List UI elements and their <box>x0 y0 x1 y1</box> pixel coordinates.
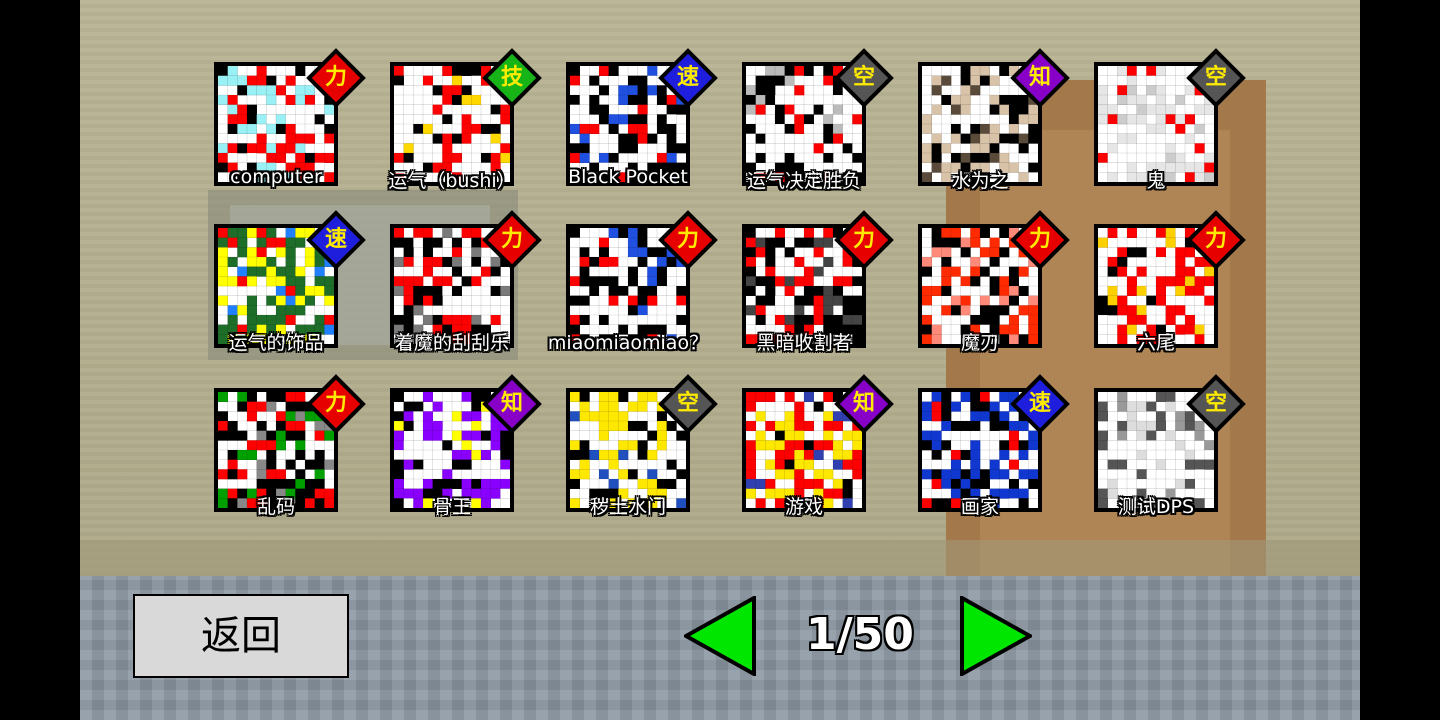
character-name: 鬼 <box>1146 170 1166 192</box>
attribute-badge-label: 力 <box>676 227 699 252</box>
character-name: miaomiaomiao？ <box>547 332 709 354</box>
attribute-badge-icon: 力 <box>482 210 542 270</box>
attribute-badge-icon: 空 <box>1186 374 1246 434</box>
background-baseboard <box>80 540 1360 576</box>
attribute-badge-icon: 空 <box>1186 48 1246 108</box>
character-name: 运气决定胜负 <box>746 170 861 192</box>
attribute-badge-label: 速 <box>1028 391 1051 416</box>
attribute-badge-label: 知 <box>1028 65 1051 90</box>
character-name: 秽土水门 <box>589 496 666 518</box>
character-name: 着魔的刮刮乐 <box>394 332 509 354</box>
attribute-badge-label: 空 <box>1204 391 1227 416</box>
character-name: 骨王 <box>432 496 471 518</box>
attribute-badge-icon: 力 <box>306 374 366 434</box>
attribute-badge-icon: 知 <box>1010 48 1070 108</box>
character-name: 游戏 <box>784 496 823 518</box>
character-name: computer <box>230 166 322 188</box>
character-name: 乱码 <box>256 496 295 518</box>
attribute-badge-icon: 技 <box>482 48 542 108</box>
attribute-badge-label: 力 <box>324 391 347 416</box>
attribute-badge-label: 空 <box>676 391 699 416</box>
attribute-badge-label: 空 <box>1204 65 1227 90</box>
attribute-badge-icon: 空 <box>834 48 894 108</box>
left-arrow-icon[interactable] <box>684 596 756 676</box>
attribute-badge-label: 知 <box>852 391 875 416</box>
character-name: 黑暗收割者 <box>756 332 852 354</box>
right-arrow-icon[interactable] <box>960 596 1032 676</box>
character-card[interactable]: 空鬼 <box>1094 48 1270 202</box>
attribute-badge-icon: 力 <box>1010 210 1070 270</box>
character-name: 运气（bushi） <box>388 170 516 192</box>
character-name: 画家 <box>960 496 999 518</box>
character-name: 六尾 <box>1136 332 1175 354</box>
attribute-badge-label: 速 <box>676 65 699 90</box>
attribute-badge-label: 力 <box>324 65 347 90</box>
page-indicator: 1/50 <box>806 609 914 660</box>
character-name: Black Pocket <box>568 166 688 188</box>
attribute-badge-icon: 空 <box>658 374 718 434</box>
attribute-badge-icon: 速 <box>1010 374 1070 434</box>
attribute-badge-label: 知 <box>500 391 523 416</box>
attribute-badge-icon: 速 <box>306 210 366 270</box>
attribute-badge-icon: 力 <box>658 210 718 270</box>
attribute-badge-icon: 力 <box>834 210 894 270</box>
attribute-badge-icon: 速 <box>658 48 718 108</box>
character-card[interactable]: 空测试DPS <box>1094 374 1270 528</box>
attribute-badge-icon: 知 <box>834 374 894 434</box>
character-name: 运气的饰品 <box>228 332 324 354</box>
character-name: 魔刃 <box>960 332 999 354</box>
character-name: 水为之 <box>951 170 1009 192</box>
attribute-badge-label: 力 <box>1204 227 1227 252</box>
attribute-badge-label: 速 <box>324 227 347 252</box>
back-button[interactable]: 返回 <box>133 594 349 678</box>
character-name: 测试DPS <box>1117 496 1195 518</box>
game-screen: 力 computer 技运气（bushi）速 Black Pocket 空运气决定胜负知… <box>80 0 1360 720</box>
attribute-badge-icon: 知 <box>482 374 542 434</box>
attribute-badge-label: 力 <box>500 227 523 252</box>
attribute-badge-label: 力 <box>1028 227 1051 252</box>
attribute-badge-label: 力 <box>852 227 875 252</box>
attribute-badge-label: 技 <box>500 65 523 90</box>
attribute-badge-icon: 力 <box>1186 210 1246 270</box>
attribute-badge-icon: 力 <box>306 48 366 108</box>
attribute-badge-label: 空 <box>852 65 875 90</box>
character-card[interactable]: 力六尾 <box>1094 210 1270 364</box>
